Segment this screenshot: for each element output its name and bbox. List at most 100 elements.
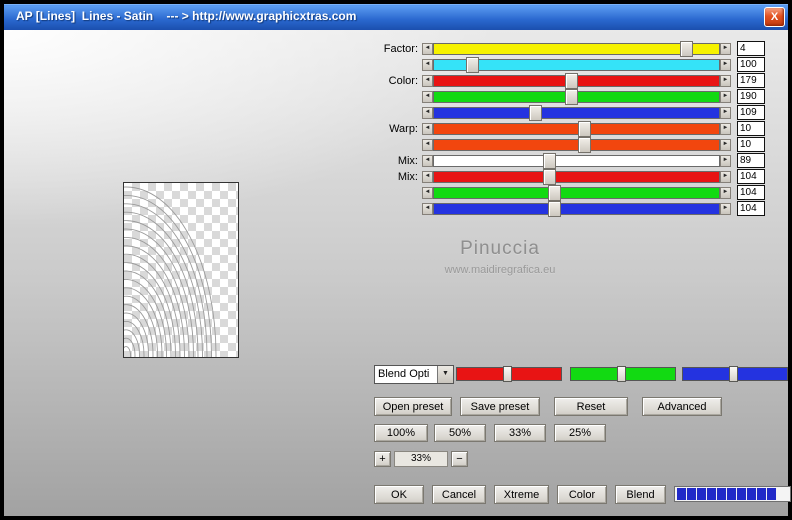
zoom-33-button[interactable]: 33% — [494, 424, 546, 442]
progress-segment — [757, 488, 766, 500]
slider-label: Mix: — [397, 155, 418, 167]
client-area: Pinuccia www.maidiregrafica.eu Blend Opt… — [4, 30, 791, 516]
slider-left-arrow-icon[interactable]: ◄ — [422, 171, 433, 183]
chevron-down-icon[interactable]: ▼ — [437, 366, 453, 383]
slider-row: ◄ ► 10 — [4, 137, 788, 153]
slider-label: Warp: — [389, 123, 418, 135]
slider-value-field[interactable]: 4 — [737, 41, 765, 56]
title-bar[interactable]: AP [Lines] Lines - Satin --- > http://ww… — [4, 4, 788, 30]
slider-value-field[interactable]: 100 — [737, 57, 765, 72]
color-button[interactable]: Color — [557, 485, 607, 504]
slider-thumb[interactable] — [680, 41, 693, 57]
zoom-100-button[interactable]: 100% — [374, 424, 428, 442]
slider-row: Factor: ◄ ► 4 — [4, 41, 788, 57]
open-preset-button[interactable]: Open preset — [374, 397, 452, 416]
slider-track[interactable] — [433, 123, 720, 135]
advanced-button[interactable]: Advanced — [642, 397, 722, 416]
ok-button[interactable]: OK — [374, 485, 424, 504]
close-icon[interactable]: X — [764, 7, 785, 27]
slider-label: Color: — [388, 75, 418, 87]
blend-blue-slider[interactable] — [682, 366, 788, 382]
blend-green-slider[interactable] — [570, 366, 676, 382]
slider-thumb[interactable] — [529, 105, 542, 121]
slider-right-arrow-icon[interactable]: ► — [720, 75, 731, 87]
slider-right-arrow-icon[interactable]: ► — [720, 123, 731, 135]
slider-thumb[interactable] — [466, 57, 479, 73]
slider-left-arrow-icon[interactable]: ◄ — [422, 203, 433, 215]
slider-left-arrow-icon[interactable]: ◄ — [422, 187, 433, 199]
slider-right-arrow-icon[interactable]: ► — [720, 155, 731, 167]
slider-row: ◄ ► 100 — [4, 57, 788, 73]
slider-thumb[interactable] — [565, 73, 578, 89]
slider-left-arrow-icon[interactable]: ◄ — [422, 59, 433, 71]
slider-row: ◄ ► 190 — [4, 89, 788, 105]
slider-left-arrow-icon[interactable]: ◄ — [422, 155, 433, 167]
slider-value-field[interactable]: 10 — [737, 137, 765, 152]
slider-right-arrow-icon[interactable]: ► — [720, 171, 731, 183]
save-preset-button[interactable]: Save preset — [460, 397, 540, 416]
slider-value-field[interactable]: 10 — [737, 121, 765, 136]
zoom-25-button[interactable]: 25% — [554, 424, 606, 442]
progress-segment — [727, 488, 736, 500]
blend-slider-thumb[interactable] — [729, 366, 738, 382]
slider-track[interactable] — [433, 139, 720, 151]
progress-segment — [737, 488, 746, 500]
slider-right-arrow-icon[interactable]: ► — [720, 107, 731, 119]
blend-options-value: Blend Opti — [378, 368, 430, 380]
watermark-site: www.maidiregrafica.eu — [444, 264, 556, 276]
blend-options-dropdown[interactable]: Blend Opti ▼ — [374, 365, 454, 384]
xtreme-button[interactable]: Xtreme — [494, 485, 549, 504]
progress-segment — [767, 488, 776, 500]
slider-thumb[interactable] — [548, 185, 561, 201]
progress-segment — [717, 488, 726, 500]
slider-right-arrow-icon[interactable]: ► — [720, 203, 731, 215]
zoom-in-button[interactable]: + — [374, 451, 391, 467]
cancel-button[interactable]: Cancel — [432, 485, 486, 504]
slider-track[interactable] — [433, 43, 720, 55]
slider-track[interactable] — [433, 155, 720, 167]
slider-row: Warp: ◄ ► 10 — [4, 121, 788, 137]
zoom-50-button[interactable]: 50% — [434, 424, 486, 442]
slider-left-arrow-icon[interactable]: ◄ — [422, 107, 433, 119]
slider-thumb[interactable] — [543, 169, 556, 185]
slider-value-field[interactable]: 104 — [737, 185, 765, 200]
slider-value-field[interactable]: 89 — [737, 153, 765, 168]
slider-track[interactable] — [433, 171, 720, 183]
blend-button[interactable]: Blend — [615, 485, 666, 504]
slider-row: ◄ ► 104 — [4, 201, 788, 217]
slider-left-arrow-icon[interactable]: ◄ — [422, 139, 433, 151]
slider-value-field[interactable]: 190 — [737, 89, 765, 104]
slider-value-field[interactable]: 104 — [737, 169, 765, 184]
slider-right-arrow-icon[interactable]: ► — [720, 139, 731, 151]
slider-thumb[interactable] — [543, 153, 556, 169]
slider-right-arrow-icon[interactable]: ► — [720, 59, 731, 71]
blend-slider-thumb[interactable] — [503, 366, 512, 382]
slider-left-arrow-icon[interactable]: ◄ — [422, 43, 433, 55]
slider-left-arrow-icon[interactable]: ◄ — [422, 91, 433, 103]
blend-slider-thumb[interactable] — [617, 366, 626, 382]
slider-thumb[interactable] — [548, 201, 561, 217]
window-title: AP [Lines] Lines - Satin --- > http://ww… — [16, 9, 357, 23]
slider-right-arrow-icon[interactable]: ► — [720, 187, 731, 199]
reset-button[interactable]: Reset — [554, 397, 628, 416]
slider-value-field[interactable]: 179 — [737, 73, 765, 88]
slider-value-field[interactable]: 109 — [737, 105, 765, 120]
slider-value-field[interactable]: 104 — [737, 201, 765, 216]
slider-track[interactable] — [433, 203, 720, 215]
slider-row: Mix: ◄ ► 104 — [4, 169, 788, 185]
slider-thumb[interactable] — [565, 89, 578, 105]
watermark-name: Pinuccia — [460, 238, 540, 259]
slider-right-arrow-icon[interactable]: ► — [720, 91, 731, 103]
slider-track[interactable] — [433, 187, 720, 199]
slider-row: ◄ ► 109 — [4, 105, 788, 121]
slider-thumb[interactable] — [578, 121, 591, 137]
blend-red-slider[interactable] — [456, 366, 562, 382]
zoom-out-button[interactable]: − — [451, 451, 468, 467]
slider-thumb[interactable] — [578, 137, 591, 153]
slider-track[interactable] — [433, 107, 720, 119]
slider-right-arrow-icon[interactable]: ► — [720, 43, 731, 55]
slider-left-arrow-icon[interactable]: ◄ — [422, 75, 433, 87]
slider-row: Color: ◄ ► 179 — [4, 73, 788, 89]
zoom-level-display: 33% — [394, 451, 448, 467]
slider-left-arrow-icon[interactable]: ◄ — [422, 123, 433, 135]
